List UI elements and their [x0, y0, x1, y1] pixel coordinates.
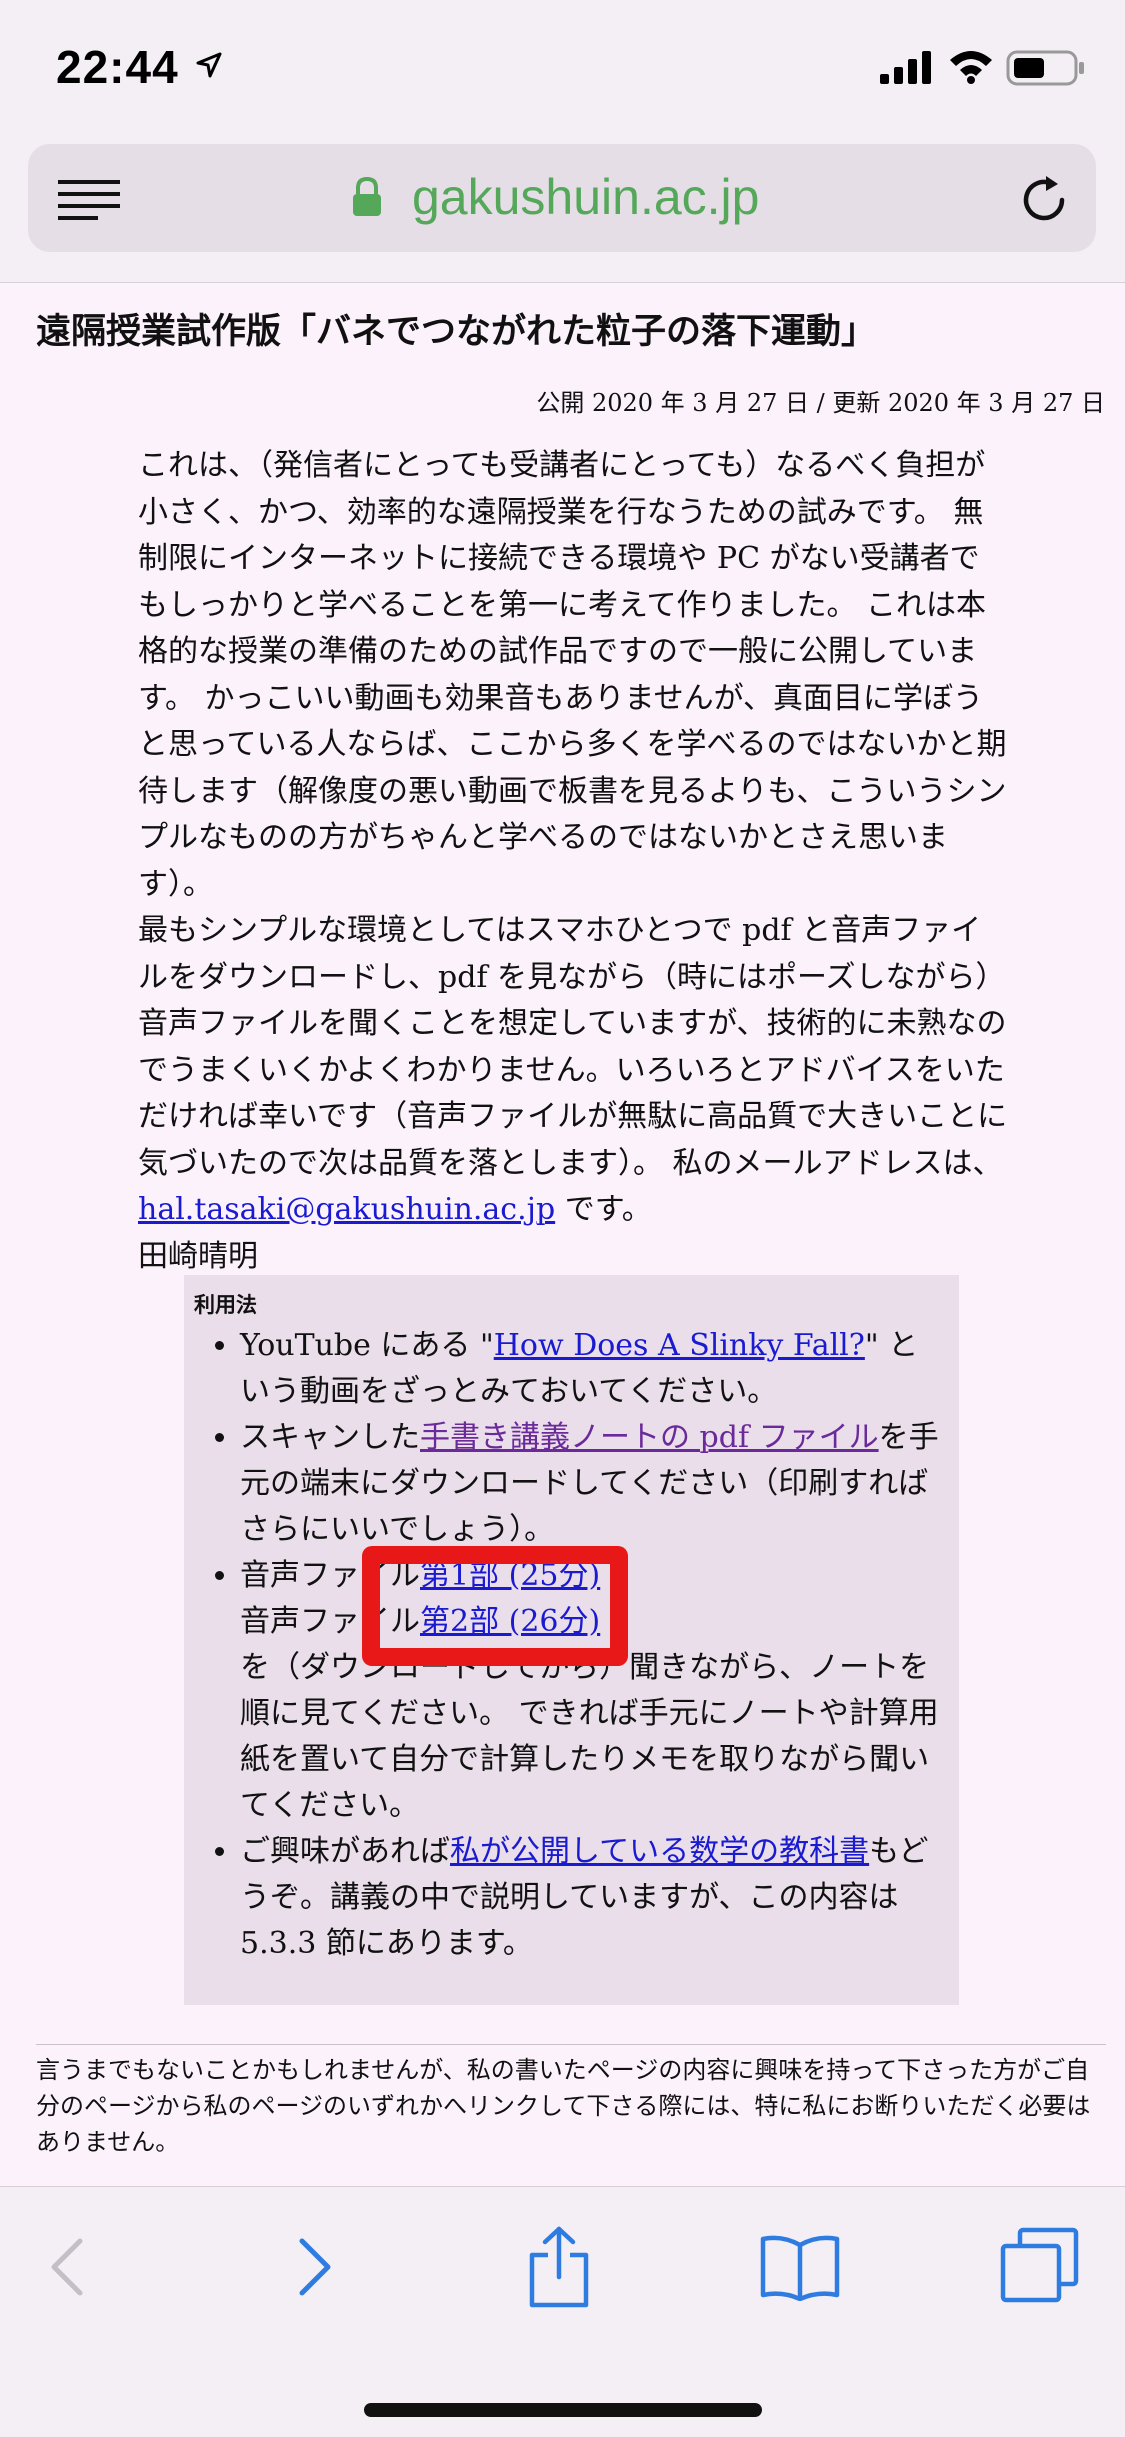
browser-address-area: gakushuin.ac.jp: [0, 140, 1125, 283]
battery-icon: [1006, 50, 1084, 86]
lock-icon: [353, 176, 381, 216]
share-icon[interactable]: [528, 2225, 590, 2309]
email-link[interactable]: hal.tasaki@gakushuin.ac.jp: [138, 1192, 555, 1227]
bookmarks-icon[interactable]: [760, 2233, 840, 2301]
reader-menu-icon[interactable]: [58, 180, 120, 222]
page-title: 遠隔授業試作版「バネでつながれた粒子の落下運動」: [36, 311, 877, 352]
forward-arrow-icon[interactable]: [296, 2237, 336, 2297]
usage-item-textbook: ご興味があれば私が公開している数学の教科書もどうぞ。講義の中で説明していますが、…: [240, 1829, 940, 1967]
home-indicator: [364, 2403, 762, 2417]
usage-item-pdf: スキャンした手書き講義ノートの pdf ファイルを手元の端末にダウンロードしてく…: [240, 1415, 940, 1553]
cellular-signal-icon: [880, 51, 931, 84]
usage-title: 利用法: [194, 1292, 257, 1317]
back-arrow-icon[interactable]: [46, 2237, 86, 2297]
wifi-icon: [950, 51, 992, 84]
intro-paragraph-2: 最もシンプルな環境としてはスマホひとつで pdf と音声ファイルをダウンロードし…: [138, 913, 1008, 1181]
status-bar: 22:44: [0, 0, 1125, 140]
page-content: 遠隔授業試作版「バネでつながれた粒子の落下運動」 公開 2020 年 3 月 2…: [0, 283, 1125, 2183]
usage-item-text: ご興味があれば: [240, 1834, 450, 1869]
usage-item-text: YouTube にある ": [240, 1328, 494, 1363]
divider: [36, 2044, 1106, 2045]
usage-item-text: スキャンした: [240, 1420, 420, 1455]
usage-item-text: を（ダウンロードしてから）聞きながら、ノートを順に見てください。 できれば手元に…: [240, 1650, 939, 1823]
slinky-video-link[interactable]: How Does A Slinky Fall?: [494, 1328, 865, 1363]
browser-toolbar: [0, 2186, 1125, 2437]
tabs-icon[interactable]: [1000, 2227, 1080, 2303]
red-highlight-box: [362, 1546, 628, 1666]
address-bar[interactable]: gakushuin.ac.jp: [28, 144, 1096, 252]
author-name: 田崎晴明: [138, 1238, 258, 1274]
lecture-notes-pdf-link[interactable]: 手書き講義ノートの pdf ファイル: [420, 1420, 879, 1455]
footer-note: 言うまでもないことかもしれませんが、私の書いたページの内容に興味を持って下さった…: [36, 2056, 1091, 2156]
reload-icon[interactable]: [1018, 174, 1070, 226]
intro-text: これは、（発信者にとっても受講者にとっても）なるべく負担が小さく、かつ、効率的な…: [138, 443, 1008, 1280]
intro-paragraph-1: これは、（発信者にとっても受講者にとっても）なるべく負担が小さく、かつ、効率的な…: [138, 448, 1007, 902]
intro-paragraph-2-end: です。: [555, 1192, 652, 1227]
location-arrow-icon: [196, 52, 222, 78]
usage-item-video: YouTube にある "How Does A Slinky Fall?" とい…: [240, 1323, 940, 1415]
publish-date: 公開 2020 年 3 月 27 日 / 更新 2020 年 3 月 27 日: [536, 389, 1105, 417]
math-textbook-link[interactable]: 私が公開している数学の教科書: [450, 1834, 869, 1869]
status-time: 22:44: [56, 41, 179, 93]
url-text: gakushuin.ac.jp: [412, 169, 760, 225]
